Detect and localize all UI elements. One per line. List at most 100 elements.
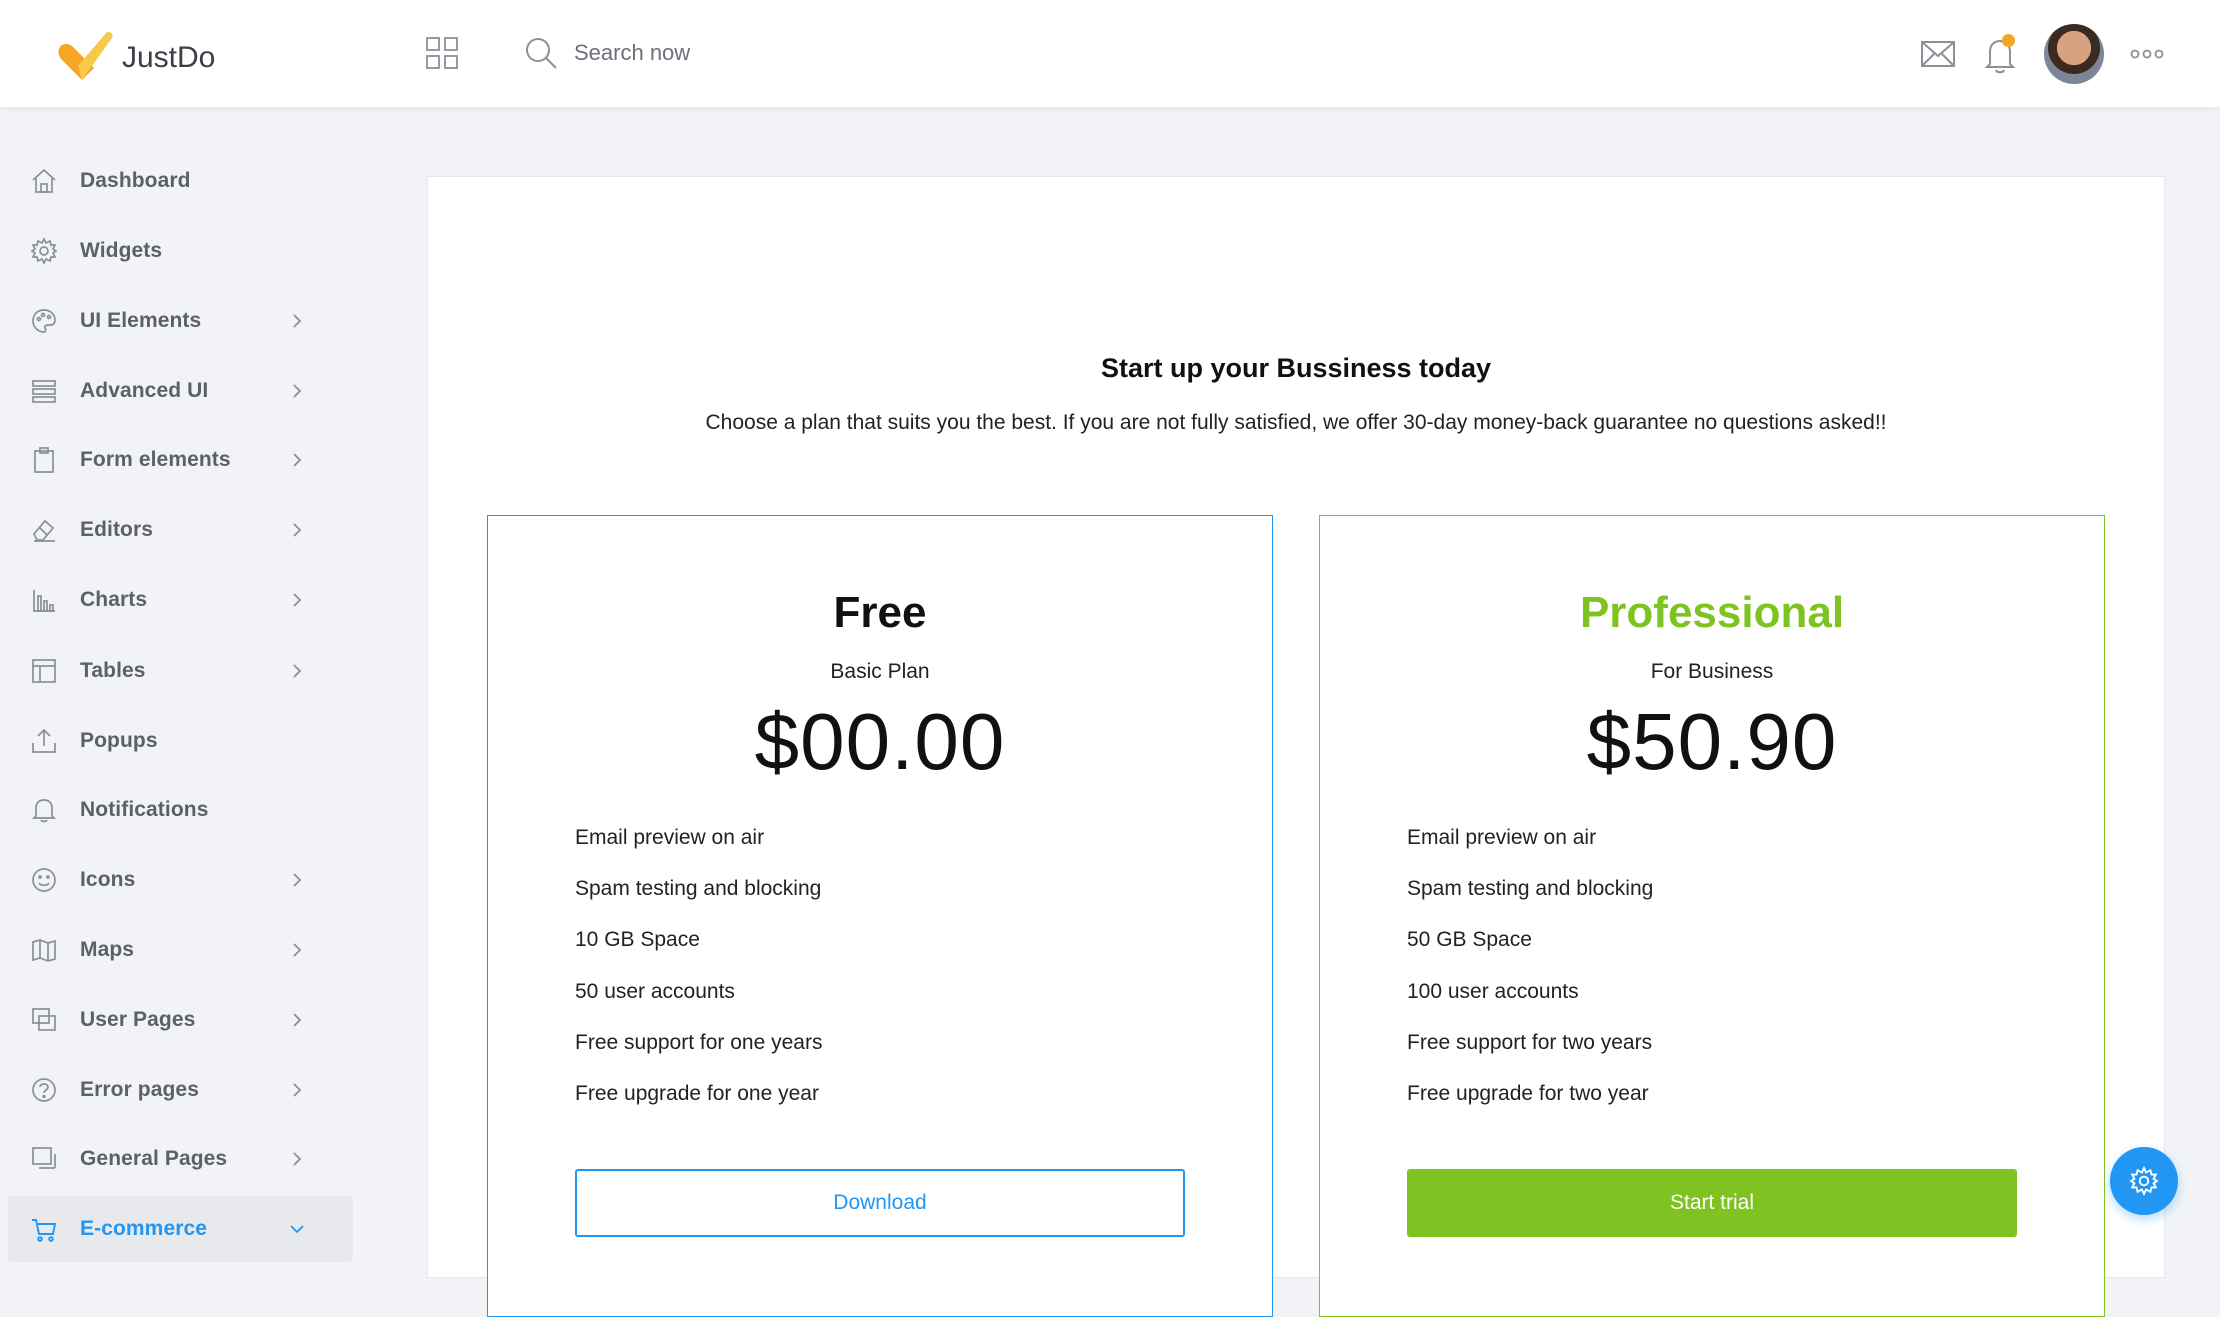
chevron-right-icon: [293, 1013, 302, 1027]
sidebar-item-label: Tables: [80, 659, 146, 682]
gear-icon: [30, 237, 58, 265]
chevron-right-icon: [293, 664, 302, 678]
layers-icon: [32, 380, 56, 403]
app-name: JustDo: [122, 41, 216, 74]
sidebar-item-label: Widgets: [80, 239, 163, 262]
sidebar-item-label: Error pages: [80, 1078, 199, 1101]
sidebar-item-label: Editors: [80, 518, 154, 541]
sidebar-item-charts[interactable]: Charts: [8, 567, 353, 633]
avatar[interactable]: [2044, 24, 2104, 84]
sidebar-item-label: Notifications: [80, 798, 209, 821]
table-icon: [32, 659, 56, 683]
sidebar-item-editors[interactable]: Editors: [8, 497, 353, 563]
sidebar-item-label: General Pages: [80, 1147, 228, 1170]
search-bar: [524, 36, 896, 70]
eraser-icon: [32, 519, 55, 542]
question-circle-icon: [32, 1078, 56, 1102]
feature-item: 50 user accounts: [575, 979, 735, 1003]
chevron-right-icon: [293, 523, 302, 537]
sidebar-item-user-pages[interactable]: User Pages: [8, 987, 353, 1053]
sidebar-item-maps[interactable]: Maps: [8, 917, 353, 983]
sidebar-item-label: Popups: [80, 729, 158, 752]
feature-item: Free upgrade for one year: [575, 1081, 819, 1105]
plan-free: Free Basic Plan $00.00 Email preview on …: [487, 515, 1273, 1317]
feature-item: 10 GB Space: [575, 928, 700, 952]
chevron-right-icon: [293, 1083, 302, 1097]
plan-name: Free: [833, 588, 927, 637]
plan-features: Email preview on air Spam testing and bl…: [575, 812, 822, 1119]
sidebar-item-widgets[interactable]: Widgets: [8, 218, 353, 284]
plan-professional: Professional For Business $50.90 Email p…: [1319, 515, 2105, 1317]
palette-icon: [32, 309, 56, 333]
chevron-right-icon: [293, 384, 302, 398]
sidebar-item-label: Advanced UI: [80, 379, 209, 402]
sidebar-item-form-elements[interactable]: Form elements: [8, 427, 353, 493]
chevron-right-icon: [293, 943, 302, 957]
sidebar: Dashboard Widgets UI Elements Advanced U…: [0, 107, 365, 1262]
sidebar-item-popups[interactable]: Popups: [8, 708, 353, 774]
pages-icon: [32, 1008, 56, 1031]
map-icon: [32, 939, 56, 962]
sidebar-item-general-pages[interactable]: General Pages: [8, 1126, 353, 1192]
feature-item: 50 GB Space: [1407, 928, 1532, 952]
sidebar-item-label: Icons: [80, 868, 136, 891]
upload-icon: [32, 728, 56, 753]
sidebar-item-dashboard[interactable]: Dashboard: [8, 148, 353, 214]
top-bar: JustDo: [0, 0, 2220, 107]
settings-fab[interactable]: [2110, 1147, 2178, 1215]
settings-gear-icon: [2129, 1166, 2159, 1196]
plan-tagline: Basic Plan: [830, 660, 930, 683]
page-headline: Start up your Bussiness today: [1100, 353, 1492, 383]
sidebar-item-label: Form elements: [80, 448, 231, 471]
feature-item: Free support for two years: [1407, 1030, 1653, 1054]
sidebar-item-label: UI Elements: [80, 309, 202, 332]
pages-icon: [32, 1147, 56, 1169]
page-subline: Choose a plan that suits you the best. I…: [705, 411, 1887, 434]
plan-price: $50.90: [1586, 697, 1838, 786]
feature-item: Spam testing and blocking: [575, 877, 822, 901]
feature-item: 100 user accounts: [1407, 979, 1579, 1003]
sidebar-item-label: E-commerce: [80, 1217, 208, 1240]
notification-dot: [2002, 34, 2015, 47]
sidebar-item-label: Charts: [80, 588, 148, 611]
bell-icon: [31, 799, 57, 823]
logo-heart-check-icon: [58, 31, 113, 80]
smiley-icon: [32, 868, 56, 892]
search-icon[interactable]: [524, 36, 558, 70]
apps-grid-icon[interactable]: [425, 36, 459, 70]
sidebar-item-error-pages[interactable]: Error pages: [8, 1057, 353, 1123]
plan-name: Professional: [1579, 588, 1845, 637]
chevron-right-icon: [293, 453, 302, 467]
cart-icon: [32, 1219, 57, 1242]
plan-price: $00.00: [754, 697, 1006, 786]
app-logo[interactable]: JustDo: [54, 26, 215, 84]
plan-features: Email preview on air Spam testing and bl…: [1407, 812, 1653, 1119]
sidebar-item-label: Dashboard: [80, 169, 191, 192]
chevron-right-icon: [293, 1152, 302, 1166]
search-input[interactable]: [572, 39, 896, 67]
more-icon[interactable]: [2130, 48, 2164, 60]
download-button[interactable]: Download: [575, 1169, 1185, 1237]
sidebar-item-advanced-ui[interactable]: Advanced UI: [8, 358, 353, 424]
feature-item: Email preview on air: [575, 826, 765, 849]
plan-tagline: For Business: [1650, 660, 1774, 683]
sidebar-item-tables[interactable]: Tables: [8, 638, 353, 704]
start-trial-button[interactable]: Start trial: [1407, 1169, 2017, 1237]
feature-item: Free upgrade for two year: [1407, 1081, 1649, 1105]
clipboard-icon: [34, 447, 54, 473]
sidebar-item-e-commerce[interactable]: E-commerce: [8, 1196, 353, 1262]
chevron-right-icon: [293, 873, 302, 887]
home-icon: [32, 168, 56, 193]
feature-item: Free support for one years: [575, 1030, 823, 1054]
pricing-card: Start up your Bussiness today Choose a p…: [427, 176, 2165, 1317]
chevron-down-icon: [290, 1225, 304, 1234]
chevron-right-icon: [293, 314, 302, 328]
chevron-right-icon: [293, 593, 302, 607]
sidebar-item-icons[interactable]: Icons: [8, 847, 353, 913]
sidebar-item-ui-elements[interactable]: UI Elements: [8, 288, 353, 354]
sidebar-item-notifications[interactable]: Notifications: [8, 777, 353, 843]
mail-icon[interactable]: [1920, 38, 1956, 70]
feature-item: Email preview on air: [1407, 826, 1597, 849]
sidebar-item-label: Maps: [80, 938, 135, 961]
bar-chart-icon: [33, 590, 55, 612]
